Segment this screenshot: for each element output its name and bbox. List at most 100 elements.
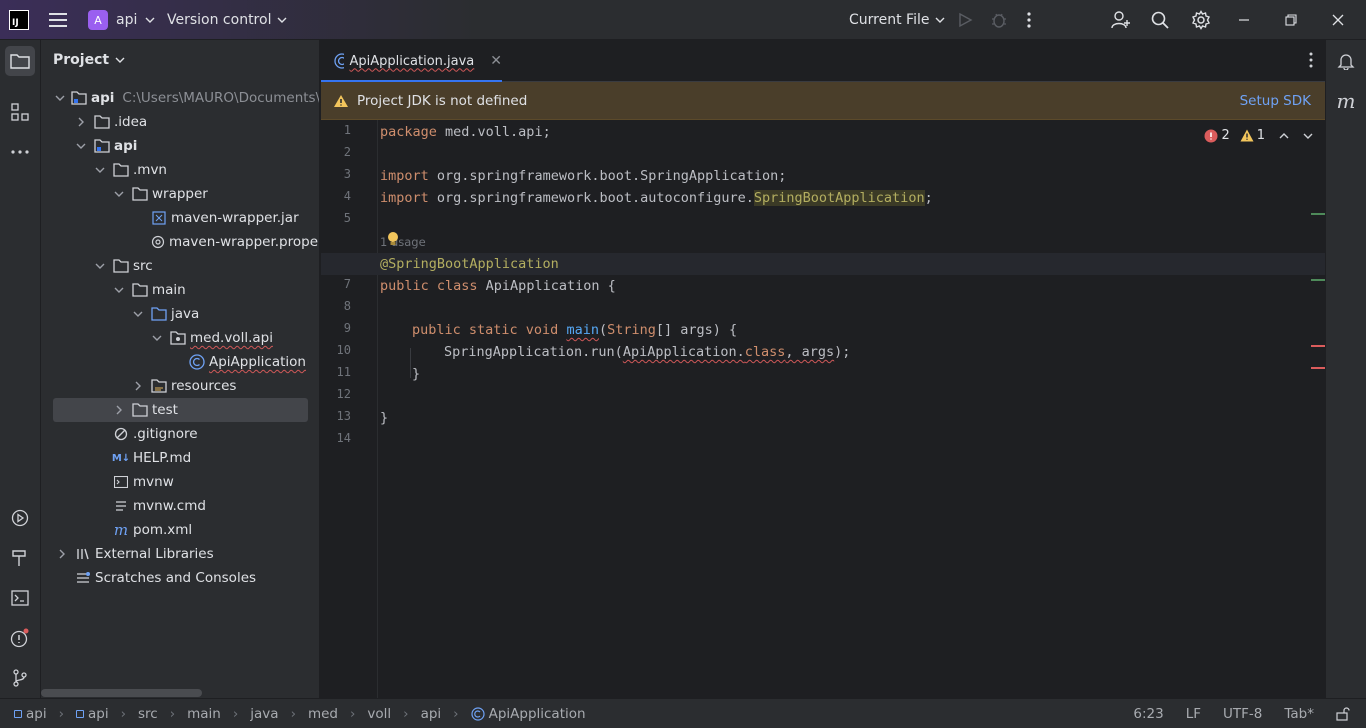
code-area[interactable]: package med.voll.api; import org.springf… (321, 120, 1325, 698)
chevron-down-icon[interactable] (112, 187, 126, 201)
tree-item-apiapplication[interactable]: ApiApplication (41, 350, 319, 374)
setup-sdk-link[interactable]: Setup SDK (1240, 93, 1311, 109)
inspection-widget[interactable]: 2 1 (1204, 128, 1313, 143)
maven-tool-button[interactable]: m (1331, 86, 1361, 116)
tree-item-api-module[interactable]: api (41, 134, 319, 158)
caret-position[interactable]: 6:23 (1133, 706, 1163, 722)
more-tools-button[interactable] (5, 137, 35, 167)
build-tool-button[interactable] (5, 543, 35, 573)
tree-item-resources[interactable]: resources (41, 374, 319, 398)
run-config-selector[interactable]: Current File (849, 0, 945, 40)
chevron-right-icon[interactable] (74, 115, 88, 129)
tree-item-package[interactable]: med.voll.api (41, 326, 319, 350)
java-class-icon (334, 53, 344, 69)
tree-item-mvn[interactable]: .mvn (41, 158, 319, 182)
breadcrumb-item[interactable]: api (421, 706, 442, 722)
tree-item-pom-xml[interactable]: m pom.xml (41, 518, 319, 542)
tree-item-test[interactable]: test (53, 398, 308, 422)
breadcrumb-item[interactable]: src (138, 706, 158, 722)
tree-item-maven-wrapper-properties[interactable]: maven-wrapper.propert (41, 230, 319, 254)
project-tool-button[interactable] (5, 46, 35, 76)
breadcrumb-item[interactable]: med (308, 706, 338, 722)
settings-button[interactable] (1191, 0, 1211, 40)
lock-icon[interactable] (1336, 707, 1350, 721)
breadcrumb-separator-icon: › (350, 705, 356, 722)
warning-count[interactable]: 1 (1240, 128, 1265, 143)
tree-item-src[interactable]: src (41, 254, 319, 278)
change-marker[interactable] (1311, 279, 1325, 281)
chevron-down-icon[interactable] (1303, 133, 1313, 139)
project-panel-header[interactable]: Project (53, 52, 125, 68)
line-number: 9 (343, 321, 351, 335)
chevron-down-icon[interactable] (150, 331, 164, 345)
chevron-down-icon[interactable] (93, 259, 107, 273)
tab-options-button[interactable] (1309, 52, 1313, 72)
indent-setting[interactable]: Tab* (1284, 706, 1314, 722)
tree-item-wrapper[interactable]: wrapper (41, 182, 319, 206)
chevron-down-icon[interactable] (74, 139, 88, 153)
tree-item-gitignore[interactable]: .gitignore (41, 422, 319, 446)
chevron-down-icon[interactable] (55, 91, 65, 105)
tree-item-scratches[interactable]: Scratches and Consoles (41, 566, 319, 590)
tree-item-maven-wrapper-jar[interactable]: maven-wrapper.jar (41, 206, 319, 230)
chevron-down-icon[interactable] (112, 283, 126, 297)
version-control-menu[interactable]: Version control (167, 0, 287, 40)
tree-item-idea[interactable]: .idea (41, 110, 319, 134)
error-marker[interactable] (1311, 345, 1325, 347)
problems-tool-button[interactable] (5, 623, 35, 653)
horizontal-scrollbar[interactable] (41, 689, 202, 697)
tree-item-main[interactable]: main (41, 278, 319, 302)
tree-item-label: med.voll.api (190, 330, 273, 346)
main-menu-button[interactable] (49, 0, 67, 40)
app-logo: IJ (9, 0, 29, 40)
breadcrumb-item[interactable]: ApiApplication (489, 706, 586, 722)
lightbulb-icon[interactable] (387, 231, 399, 247)
tree-item-mvnw-cmd[interactable]: mvnw.cmd (41, 494, 319, 518)
editor-tab-bar: ApiApplication.java ✕ (321, 40, 1325, 83)
breadcrumb-item[interactable]: voll (367, 706, 391, 722)
minimize-window-button[interactable] (1238, 0, 1250, 40)
breadcrumb-item[interactable]: api (26, 706, 47, 722)
chevron-down-icon[interactable] (93, 163, 107, 177)
line-number: 2 (343, 145, 351, 159)
tree-item-external-libraries[interactable]: External Libraries (41, 542, 319, 566)
notifications-button[interactable] (1331, 46, 1361, 76)
debug-button[interactable] (990, 0, 1008, 40)
services-tool-button[interactable] (5, 503, 35, 533)
search-everywhere-button[interactable] (1151, 0, 1169, 40)
tree-item-java[interactable]: java (41, 302, 319, 326)
breadcrumb-item[interactable]: main (187, 706, 221, 722)
run-button[interactable] (957, 0, 973, 40)
git-tool-button[interactable] (5, 663, 35, 693)
close-window-button[interactable] (1332, 0, 1344, 40)
line-number: 12 (336, 387, 351, 401)
code-with-me-button[interactable] (1111, 0, 1131, 40)
more-actions-button[interactable] (1027, 0, 1031, 40)
file-encoding[interactable]: UTF-8 (1223, 706, 1262, 722)
debug-icon (992, 13, 1006, 28)
tree-item-api-root[interactable]: api C:\Users\MAURO\Documents\OI (41, 86, 319, 110)
tree-item-help-md[interactable]: M↓ HELP.md (41, 446, 319, 470)
breadcrumb-separator-icon: › (169, 705, 176, 722)
close-tab-icon[interactable]: ✕ (490, 53, 502, 69)
folder-icon (132, 282, 148, 298)
chevron-right-icon[interactable] (112, 403, 126, 417)
error-marker[interactable] (1311, 367, 1325, 369)
structure-tool-button[interactable] (5, 97, 35, 127)
error-count[interactable]: 2 (1204, 128, 1230, 143)
change-marker[interactable] (1311, 213, 1325, 215)
breadcrumb-item[interactable]: java (250, 706, 278, 722)
chevron-down-icon[interactable] (131, 307, 145, 321)
tree-item-mvnw[interactable]: mvnw (41, 470, 319, 494)
chevron-up-icon[interactable] (1279, 132, 1289, 139)
chevron-right-icon[interactable] (55, 547, 69, 561)
chevron-right-icon[interactable] (131, 379, 145, 393)
restore-window-button[interactable] (1285, 0, 1297, 40)
line-separator[interactable]: LF (1186, 706, 1201, 722)
editor-tab[interactable]: ApiApplication.java ✕ (321, 40, 502, 83)
problems-icon (10, 628, 29, 648)
project-selector[interactable]: A api (88, 0, 155, 40)
terminal-tool-button[interactable] (5, 583, 35, 613)
run-config-label: Current File (849, 12, 930, 28)
breadcrumb-item[interactable]: api (88, 706, 109, 722)
